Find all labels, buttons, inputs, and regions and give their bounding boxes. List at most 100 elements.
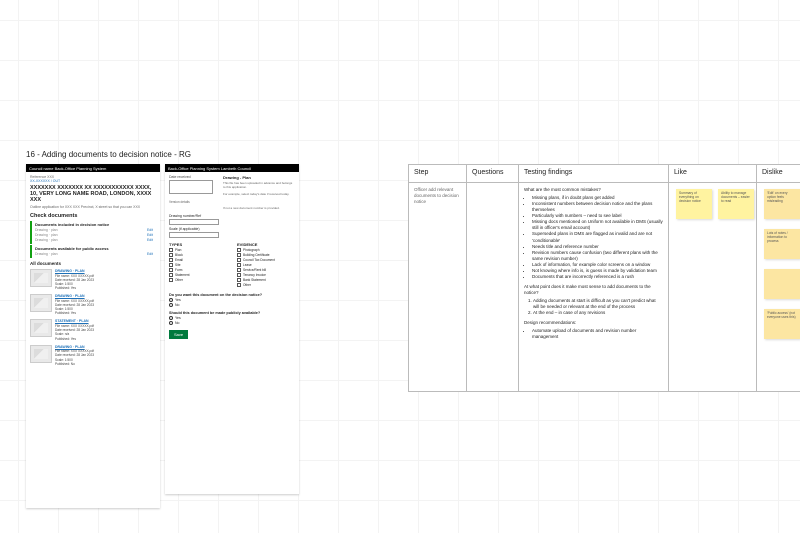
finding-item: Documents that are incorrectly reference…: [532, 274, 663, 280]
checkbox-icon: [169, 273, 173, 277]
document-thumbnail-icon: [30, 345, 52, 363]
cell-questions: [467, 183, 519, 392]
checkbox-option[interactable]: Site: [169, 263, 227, 267]
public-access-block: Documents available for public access Dr…: [30, 245, 156, 258]
finding-item: Lack of information, for example color s…: [532, 262, 663, 268]
checkbox-option[interactable]: Plan: [169, 248, 227, 252]
research-header-row: StepQuestionsTesting findingsLikeDislike…: [409, 165, 800, 183]
document-meta: File name: XXX XXXXX.pdfDate received: 2…: [55, 349, 156, 366]
document-thumbnail-icon: [30, 294, 52, 312]
column-header: Step: [409, 165, 467, 183]
checkbox-icon: [237, 273, 241, 277]
document-meta: File name: XXX XXXXX.pdfDate received: 2…: [55, 299, 156, 316]
edit-caption: This file has been uploaded in advance a…: [223, 181, 295, 189]
document-card[interactable]: DRAWING · PLANFile name: XXX XXXXX.pdfDa…: [30, 292, 156, 317]
column-header: Like: [669, 165, 757, 183]
column-header: Dislike: [757, 165, 800, 183]
checkbox-option[interactable]: Statement: [169, 273, 227, 277]
sticky-note[interactable]: Lots of notes / information to process: [764, 229, 800, 259]
evidence-heading: EVIDENCE: [237, 242, 295, 247]
public-access-title: Documents available for public access: [35, 246, 153, 251]
public-yes[interactable]: Yes: [169, 316, 295, 320]
checkbox-icon: [237, 263, 241, 267]
types-column: TYPES PlanBlockEmailSiteFormStatementOth…: [169, 242, 227, 288]
research-table: StepQuestionsTesting findingsLikeDislike…: [408, 164, 800, 392]
evidence-column: EVIDENCE PhotographBuilding CertificateC…: [237, 242, 295, 288]
document-card[interactable]: STATEMENT · PLANFile name: XXX XXXXX.pdf…: [30, 317, 156, 342]
check-documents-heading: Check documents: [30, 213, 156, 219]
date-helper: For example, select today's date if rece…: [223, 192, 295, 196]
column-header: Testing findings: [519, 165, 669, 183]
research-row: Officer add relevant documents to decisi…: [409, 183, 800, 392]
checkbox-icon: [169, 268, 173, 272]
cell-like: Summary of everything on decision notice…: [669, 183, 757, 392]
cell-findings: What are the most common mistakes? Missi…: [519, 183, 669, 392]
version-details-label: Version details: [169, 200, 217, 204]
checkbox-icon: [169, 248, 173, 252]
finding-item: Adding documents at start is difficult a…: [533, 298, 663, 310]
document-card[interactable]: DRAWING · PLANFile name: XXX XXXXX.pdfDa…: [30, 267, 156, 292]
checkbox-icon: [237, 248, 241, 252]
checkbox-icon: [237, 278, 241, 282]
cell-dislike: 'Edit' on every option feels misleading L…: [757, 183, 800, 392]
decision-notice-question: Do you want this document on the decisio…: [169, 293, 295, 297]
screenshot-edit-document: Back-Office Planning System Lambeth Coun…: [165, 164, 299, 494]
date-received-label: Date received: [169, 175, 217, 179]
types-heading: TYPES: [169, 242, 227, 247]
checkbox-icon: [237, 258, 241, 262]
checkbox-icon: [169, 258, 173, 262]
checkbox-icon: [169, 263, 173, 267]
scale-input[interactable]: [169, 232, 219, 238]
checkbox-option[interactable]: Lease: [237, 263, 295, 267]
checkbox-option[interactable]: Tenancy Invoice: [237, 273, 295, 277]
save-button[interactable]: Save: [169, 330, 188, 339]
document-list: DRAWING · PLANFile name: XXX XXXXX.pdfDa…: [30, 267, 156, 368]
checkbox-icon: [169, 253, 173, 257]
checkbox-option[interactable]: Photograph: [237, 248, 295, 252]
included-docs-title: Documents included in decision notice: [35, 222, 153, 227]
checkbox-option[interactable]: Other: [169, 278, 227, 282]
included-docs-block: Documents included in decision notice Dr…: [30, 221, 156, 244]
checkbox-option[interactable]: Block: [169, 253, 227, 257]
checkbox-option[interactable]: Service/Rent bill: [237, 268, 295, 272]
app-topbar: Back-Office Planning System Lambeth Coun…: [165, 164, 299, 172]
checkbox-option[interactable]: Email: [169, 258, 227, 262]
frame-title: 16 - Adding documents to decision notice…: [26, 150, 191, 159]
sticky-note[interactable]: Summary of everything on decision notice: [676, 189, 712, 219]
finding-item: Missing docs mentioned on Uniform not av…: [532, 219, 663, 231]
cell-step: Officer add relevant documents to decisi…: [409, 183, 467, 392]
checkbox-icon: [169, 278, 173, 282]
all-documents-heading: All documents: [30, 261, 156, 266]
recommendation-item: Automate upload of documents and revisio…: [532, 328, 663, 340]
finding-item: Revision numbers cause confusion (two di…: [532, 250, 663, 262]
public-question: Should this document be made publicly av…: [169, 311, 295, 315]
decision-notice-no[interactable]: No: [169, 303, 295, 307]
checkbox-icon: [237, 283, 241, 287]
checkbox-option[interactable]: Council Tax Document: [237, 258, 295, 262]
checkbox-option[interactable]: Bank Statement: [237, 278, 295, 282]
checkbox-option[interactable]: Form: [169, 268, 227, 272]
finding-item: Inconsistent numbers between decision no…: [532, 201, 663, 213]
finding-item: Not knowing where info is, is guess is m…: [532, 268, 663, 274]
checkbox-option[interactable]: Building Certificate: [237, 253, 295, 257]
screenshot-check-documents: Council name Back-Office Planning System…: [26, 164, 160, 508]
version-helper: If not a new document number is provided…: [223, 206, 295, 210]
sticky-note[interactable]: Ability to manage documents – easier to …: [718, 189, 754, 219]
finding-item: At the end – in case of any revisions: [533, 310, 663, 316]
date-input[interactable]: [169, 180, 213, 194]
document-card[interactable]: DRAWING · PLANFile name: XXX XXXXX.pdfDa…: [30, 343, 156, 368]
drawing-number-input[interactable]: [169, 219, 219, 225]
column-header: Questions: [467, 165, 519, 183]
drawing-number-label: Drawing number/Ref: [169, 214, 295, 218]
document-thumbnail-icon: [30, 319, 52, 337]
sticky-note[interactable]: 'Edit' on every option feels misleading: [764, 189, 800, 219]
edit-header: Drawing - Plan: [223, 175, 295, 180]
decision-notice-yes[interactable]: Yes: [169, 298, 295, 302]
public-no[interactable]: No: [169, 321, 295, 325]
sticky-note[interactable]: 'Public access' (not everyone uses this): [764, 309, 800, 339]
research-table-frame: StepQuestionsTesting findingsLikeDislike…: [408, 164, 800, 508]
scale-label: Scale (if applicable): [169, 227, 295, 231]
sticky-note[interactable]: [764, 269, 800, 299]
document-meta: File name: XXX XXXXX.pdfDate received: 2…: [55, 324, 156, 341]
checkbox-option[interactable]: Other: [237, 283, 295, 287]
